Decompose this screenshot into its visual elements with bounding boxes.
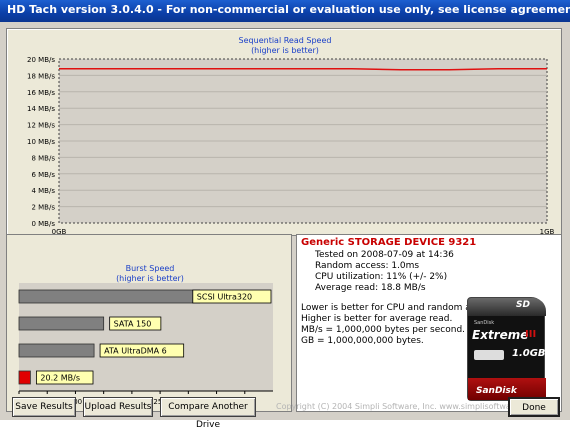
seq-y-tick-label: 8 MB/s [31,154,55,162]
seq-y-tick-label: 4 MB/s [31,187,55,195]
seq-y-tick-label: 14 MB/s [27,105,55,113]
upload-results-button[interactable]: Upload Results [83,397,153,417]
copyright-text: Copyright (C) 2004 Simpli Software, Inc.… [276,402,539,411]
compare-drive-button[interactable]: Compare Another Drive [160,397,256,430]
note-mbps-definition: MB/s = 1,000,000 bytes per second. [301,325,466,335]
burst-chart-title: Burst Speed [126,264,175,273]
cpu-utilization: CPU utilization: 11% (+/- 2%) [315,272,448,282]
tested-date: Tested on 2008-07-09 at 14:36 [315,250,454,260]
burst-bar-label: 20.2 MB/s [40,374,80,383]
sequential-read-panel: Sequential Read Speed (higher is better) 2… [6,28,562,236]
burst-speed-panel: Burst Speed(higher is better)05010015020… [6,234,292,412]
burst-bar-label: SATA 150 [114,320,152,329]
burst-bar [18,370,31,385]
average-read: Average read: 18.8 MB/s [315,283,426,293]
seq-chart-subtitle: (higher is better) [251,46,319,55]
sd-maker: SanDisk [476,386,517,396]
burst-bar-label: SCSI Ultra320 [197,293,252,302]
seq-y-tick-label: 18 MB/s [27,72,55,80]
random-access: Random access: 1.0ms [315,261,420,271]
sd-logo: SD [516,300,530,310]
sd-series-label: III [525,329,537,340]
seq-y-tick-label: 20 MB/s [27,56,55,64]
note-higher-better: Higher is better for average read. [301,314,453,324]
burst-bar-label: ATA UltraDMA 6 [104,347,167,356]
seq-y-tick-label: 12 MB/s [27,122,55,130]
seq-y-tick-label: 2 MB/s [31,204,55,212]
sd-card-top [468,298,546,316]
seq-y-tick-label: 10 MB/s [27,138,55,146]
window-title: HD Tach version 3.0.4.0 - For non-commer… [7,3,570,16]
sd-card-sticker [474,350,504,360]
save-results-button[interactable]: Save Results [12,397,76,417]
burst-bar [18,316,105,331]
main-window: Sequential Read Speed (higher is better) 2… [0,22,570,420]
sequential-read-chart: Sequential Read Speed(higher is better) 2… [27,36,555,236]
seq-y-tick-label: 0 MB/s [31,220,55,228]
burst-chart-subtitle: (higher is better) [116,274,184,283]
seq-chart-title: Sequential Read Speed [239,36,332,45]
results-panel: Generic STORAGE DEVICE 9321 Tested on 20… [296,234,562,412]
note-gb-definition: GB = 1,000,000,000 bytes. [301,336,424,346]
burst-bar [18,343,95,358]
burst-bar [18,289,201,304]
title-bar[interactable]: HD Tach version 3.0.4.0 - For non-commer… [0,0,570,22]
seq-y-tick-label: 16 MB/s [27,89,55,97]
done-button[interactable]: Done [508,397,560,417]
device-name: Generic STORAGE DEVICE 9321 [301,237,477,248]
sd-capacity: 1.0GB [512,348,546,359]
sd-extreme-label: Extreme [472,328,529,342]
sd-brand: SanDisk [474,320,495,326]
sd-card-image: SD SanDisk Extreme III 1.0GB SanDisk [467,297,546,401]
burst-speed-chart: Burst Speed(higher is better)05010015020… [17,264,273,406]
seq-y-tick-label: 6 MB/s [31,171,55,179]
